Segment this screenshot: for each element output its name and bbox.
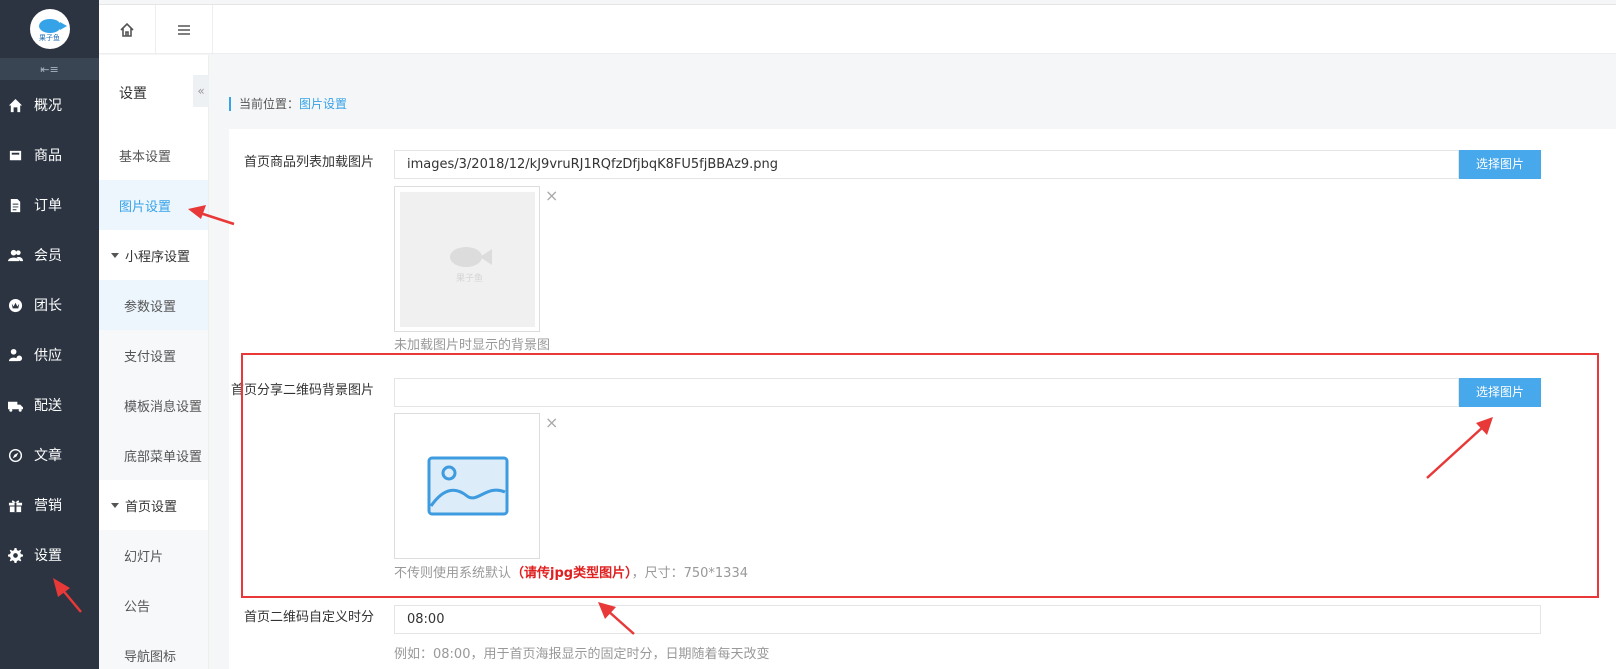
arrow-to-image-settings-icon: [188, 205, 235, 226]
arrow-to-select-button-icon: [1426, 417, 1493, 479]
annotation-arrows: [53, 205, 1493, 635]
arrow-to-help-text-icon: [598, 602, 635, 635]
app-root: 果子鱼 ⇤≡ 概况 商品 订单 会员 团长 供应 配送 文章 营销 设置 设置 …: [0, 0, 1616, 669]
arrow-to-settings-icon: [53, 578, 82, 613]
